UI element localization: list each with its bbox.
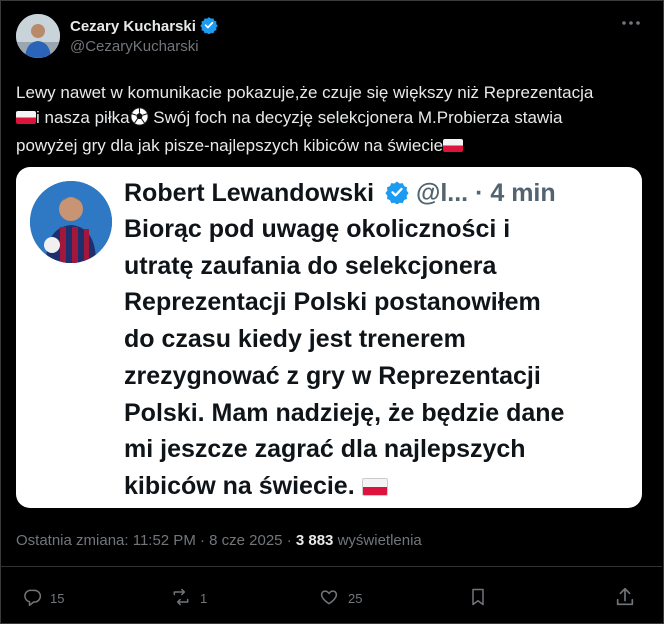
view-label: wyświetlenia bbox=[333, 532, 422, 549]
like-icon bbox=[318, 587, 340, 610]
reply-count: 15 bbox=[50, 590, 65, 606]
repost-count: 1 bbox=[200, 590, 208, 606]
quoted-tweet[interactable]: Robert Lewandowski @l... · 4 min Biorąc … bbox=[16, 167, 642, 508]
author-avatar[interactable] bbox=[16, 14, 60, 58]
more-icon[interactable] bbox=[620, 12, 642, 39]
poland-flag-icon bbox=[361, 477, 388, 496]
tweet-segment: powyżej gry dla jak pisze-najlepszych ki… bbox=[16, 136, 444, 155]
quoted-line: kibiców na świecie. bbox=[124, 468, 624, 505]
quoted-handle: @l... bbox=[415, 179, 469, 207]
soccer-ball-icon bbox=[130, 107, 149, 133]
tweet-segment: i nasza piłka bbox=[36, 108, 130, 127]
quoted-line: mi jeszcze zagrać dla najlepszych bbox=[124, 435, 526, 464]
author-name[interactable]: Cezary Kucharski bbox=[70, 18, 196, 35]
quoted-avatar bbox=[30, 181, 112, 263]
author-handle[interactable]: @CezaryKucharski bbox=[70, 38, 199, 55]
quoted-line: do czasu kiedy jest trenerem bbox=[124, 325, 466, 354]
bookmark-icon bbox=[468, 587, 488, 610]
quoted-line: Biorąc pod uwagę okoliczności i bbox=[124, 215, 511, 243]
poland-flag-icon bbox=[16, 111, 36, 124]
repost-icon bbox=[170, 587, 192, 610]
verified-badge-icon bbox=[200, 16, 218, 38]
share-button[interactable] bbox=[614, 586, 636, 610]
like-count: 25 bbox=[348, 590, 363, 606]
tweet-line: i nasza piłka Swój foch na decyzję selek… bbox=[16, 105, 650, 133]
reply-icon bbox=[22, 587, 42, 610]
quoted-text: Biorąc pod uwagę okoliczności i utratę z… bbox=[124, 211, 624, 505]
quoted-header: Robert Lewandowski @l... · 4 min bbox=[124, 179, 556, 211]
poland-flag-icon bbox=[443, 139, 464, 152]
share-icon bbox=[614, 586, 636, 611]
view-count: 3 883 bbox=[295, 532, 334, 549]
divider bbox=[0, 566, 662, 567]
reply-button[interactable]: 15 bbox=[22, 586, 64, 610]
tweet-line: Lewy nawet w komunikacie pokazuje,że czu… bbox=[16, 83, 594, 102]
quoted-segment: kibiców na świecie. bbox=[124, 471, 355, 500]
verified-badge-icon bbox=[385, 180, 409, 211]
quoted-name: Robert Lewandowski bbox=[124, 179, 375, 207]
author-name-row[interactable]: Cezary Kucharski bbox=[70, 16, 218, 38]
quoted-line: utratę zaufania do selekcjonera bbox=[124, 251, 497, 280]
quoted-line: Reprezentacji Polski postanowiłem bbox=[124, 288, 541, 317]
repost-button[interactable]: 1 bbox=[170, 586, 207, 610]
tweet-line: powyżej gry dla jak pisze-najlepszych ki… bbox=[16, 133, 650, 158]
quoted-line: Polski. Mam nadzieję, że będzie dane bbox=[124, 398, 565, 427]
tweet-text: Lewy nawet w komunikacie pokazuje,że czu… bbox=[16, 80, 650, 158]
quoted-line: zrezygnować z gry w Reprezentacji bbox=[124, 361, 541, 390]
bookmark-button[interactable] bbox=[468, 586, 488, 610]
tweet-meta: Ostatnia zmiana: 11:52 PM · 8 cze 2025 ·… bbox=[16, 532, 422, 549]
like-button[interactable]: 25 bbox=[318, 586, 362, 610]
tweet-segment: Swój foch na decyzję selekcjonera M.Prob… bbox=[148, 108, 563, 127]
timestamp[interactable]: Ostatnia zmiana: 11:52 PM · 8 cze 2025 · bbox=[16, 532, 296, 549]
quoted-time: · 4 min bbox=[475, 179, 556, 207]
